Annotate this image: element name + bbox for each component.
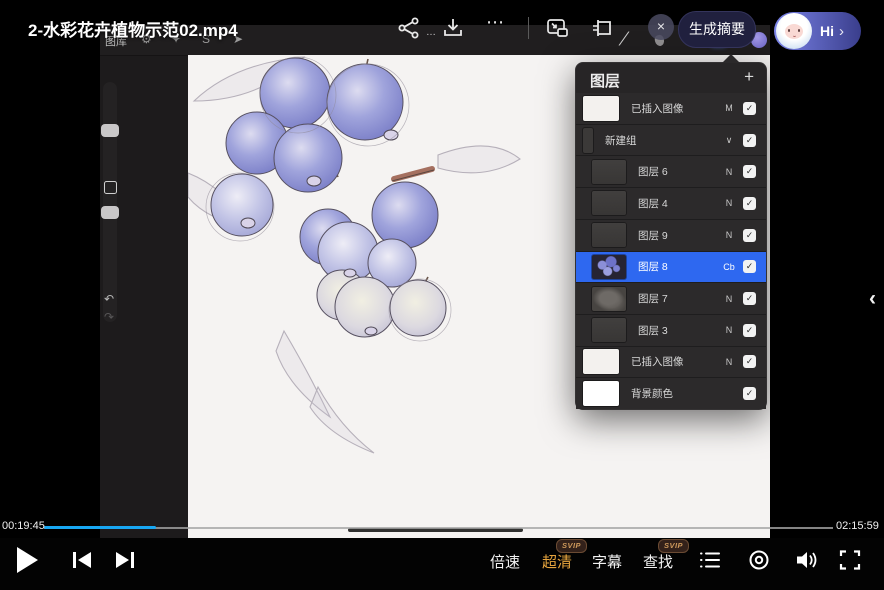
assistant-label: Hi bbox=[820, 23, 834, 39]
layer-row[interactable]: 图层 4 N ✓ bbox=[576, 187, 766, 219]
layers-panel: 图层 + 已插入图像 M ✓ 新建组 ∨ ✓ 图层 6 N ✓ bbox=[575, 62, 767, 410]
layer-row[interactable]: 图层 7 N ✓ bbox=[576, 282, 766, 314]
layer-row[interactable]: 图层 6 N ✓ bbox=[576, 155, 766, 187]
layer-visibility-checkbox[interactable]: ✓ bbox=[743, 165, 756, 178]
layers-panel-pointer bbox=[722, 54, 740, 63]
layer-thumbnail bbox=[583, 381, 619, 406]
previous-video-icon[interactable] bbox=[70, 549, 94, 571]
blend-mode-label[interactable]: N bbox=[718, 294, 740, 304]
layer-row[interactable]: 已插入图像 N ✓ bbox=[576, 346, 766, 378]
layer-visibility-checkbox[interactable]: ✓ bbox=[743, 197, 756, 210]
add-layer-button[interactable]: + bbox=[744, 67, 754, 87]
side-panel-toggle[interactable]: ‹ bbox=[869, 287, 876, 311]
fullscreen-icon[interactable] bbox=[839, 549, 861, 571]
layer-thumbnail bbox=[592, 287, 626, 311]
play-button[interactable] bbox=[17, 547, 38, 573]
layer-label: 已插入图像 bbox=[631, 354, 718, 369]
layer-thumbnail bbox=[583, 349, 619, 374]
layers-panel-title: 图层 bbox=[590, 70, 620, 91]
layer-row[interactable]: 已插入图像 M ✓ bbox=[576, 93, 766, 124]
picture-in-picture-icon[interactable] bbox=[546, 17, 569, 39]
brush-sidebar: ↶ ↷ bbox=[103, 82, 117, 322]
subtitles-button[interactable]: 字幕 bbox=[592, 551, 622, 572]
assistant-avatar bbox=[776, 13, 812, 49]
generate-summary-button[interactable]: 生成摘要 bbox=[678, 11, 756, 48]
layer-row[interactable]: 图层 3 N ✓ bbox=[576, 314, 766, 346]
toolbar-divider bbox=[528, 17, 529, 39]
layer-visibility-checkbox[interactable]: ✓ bbox=[743, 292, 756, 305]
blend-mode-label[interactable]: M bbox=[718, 103, 740, 113]
video-player-window: 图库 ⚙ ✦ S ➤ ╱ ↶ ↷ bbox=[0, 0, 884, 590]
cast-screen-icon[interactable] bbox=[590, 17, 614, 39]
layer-thumbnail bbox=[592, 318, 626, 342]
progress-bar-fill bbox=[44, 526, 156, 529]
layer-label: 新建组 bbox=[605, 133, 718, 148]
layer-visibility-checkbox[interactable]: ✓ bbox=[743, 260, 756, 273]
group-thumbnail bbox=[583, 128, 593, 153]
layer-label: 背景颜色 bbox=[631, 386, 718, 401]
more-icon[interactable]: ⋯ bbox=[486, 12, 505, 33]
blend-mode-label[interactable]: N bbox=[718, 357, 740, 367]
layer-group-row[interactable]: 新建组 ∨ ✓ bbox=[576, 124, 766, 156]
share-icon[interactable] bbox=[397, 17, 421, 39]
player-control-bar: 倍速 SVIP 超清 字幕 SVIP 查找 bbox=[0, 538, 884, 590]
layer-thumbnail bbox=[583, 96, 619, 121]
total-time: 02:15:59 bbox=[836, 520, 884, 532]
layer-thumbnail bbox=[592, 255, 626, 279]
speed-button[interactable]: 倍速 bbox=[490, 551, 520, 572]
chevron-down-icon[interactable]: ∨ bbox=[718, 135, 740, 146]
volume-icon[interactable] bbox=[794, 549, 820, 571]
layer-visibility-checkbox[interactable]: ✓ bbox=[743, 229, 756, 242]
layer-label: 已插入图像 bbox=[631, 101, 718, 116]
layer-label: 图层 6 bbox=[638, 164, 718, 179]
redo-icon[interactable]: ↷ bbox=[104, 310, 114, 324]
brush-size-slider[interactable] bbox=[101, 124, 119, 137]
layer-thumbnail bbox=[592, 223, 626, 247]
close-summary-button[interactable]: × bbox=[648, 14, 674, 40]
assistant-button[interactable]: Hi › bbox=[774, 12, 861, 50]
video-title: 2-水彩花卉植物示范02.mp4 bbox=[28, 16, 238, 41]
layer-visibility-checkbox[interactable]: ✓ bbox=[743, 102, 756, 115]
layer-thumbnail bbox=[592, 160, 626, 184]
layer-label: 图层 9 bbox=[638, 228, 718, 243]
layer-visibility-checkbox[interactable]: ✓ bbox=[743, 387, 756, 400]
chevron-right-icon: › bbox=[839, 23, 844, 40]
layer-label: 图层 4 bbox=[638, 196, 718, 211]
layer-label: 图层 7 bbox=[638, 291, 718, 306]
layer-label: 图层 8 bbox=[638, 259, 718, 274]
loading-dots: … bbox=[426, 27, 436, 38]
undo-icon[interactable]: ↶ bbox=[104, 292, 114, 306]
layer-row[interactable]: 图层 9 N ✓ bbox=[576, 219, 766, 251]
layers-panel-header: 图层 + bbox=[576, 63, 766, 93]
progress-bar-track[interactable] bbox=[44, 527, 833, 529]
search-button[interactable]: 查找 bbox=[643, 551, 673, 572]
blend-mode-label[interactable]: N bbox=[718, 198, 740, 208]
blend-mode-label[interactable]: N bbox=[718, 167, 740, 177]
layer-thumbnail bbox=[592, 191, 626, 215]
current-time: 00:19:45 bbox=[2, 520, 45, 532]
blend-mode-label[interactable]: Cb bbox=[718, 262, 740, 272]
next-video-icon[interactable] bbox=[113, 549, 137, 571]
playlist-icon[interactable] bbox=[698, 549, 722, 571]
record-icon[interactable] bbox=[747, 549, 771, 571]
brush-icon[interactable]: ╱ bbox=[619, 31, 629, 48]
layer-list: 已插入图像 M ✓ 新建组 ∨ ✓ 图层 6 N ✓ 图层 4 N ✓ bbox=[576, 93, 766, 409]
layer-label: 图层 3 bbox=[638, 323, 718, 338]
layer-row-selected[interactable]: 图层 8 Cb ✓ bbox=[576, 251, 766, 283]
modify-button[interactable] bbox=[104, 181, 117, 194]
quality-button[interactable]: 超清 bbox=[542, 551, 572, 572]
background-color-row[interactable]: 背景颜色 ✓ bbox=[576, 377, 766, 409]
blend-mode-label[interactable]: N bbox=[718, 325, 740, 335]
layer-visibility-checkbox[interactable]: ✓ bbox=[743, 355, 756, 368]
brush-opacity-slider[interactable] bbox=[101, 206, 119, 219]
layer-visibility-checkbox[interactable]: ✓ bbox=[743, 324, 756, 337]
download-icon[interactable] bbox=[442, 17, 464, 39]
layer-visibility-checkbox[interactable]: ✓ bbox=[743, 134, 756, 147]
blend-mode-label[interactable]: N bbox=[718, 230, 740, 240]
